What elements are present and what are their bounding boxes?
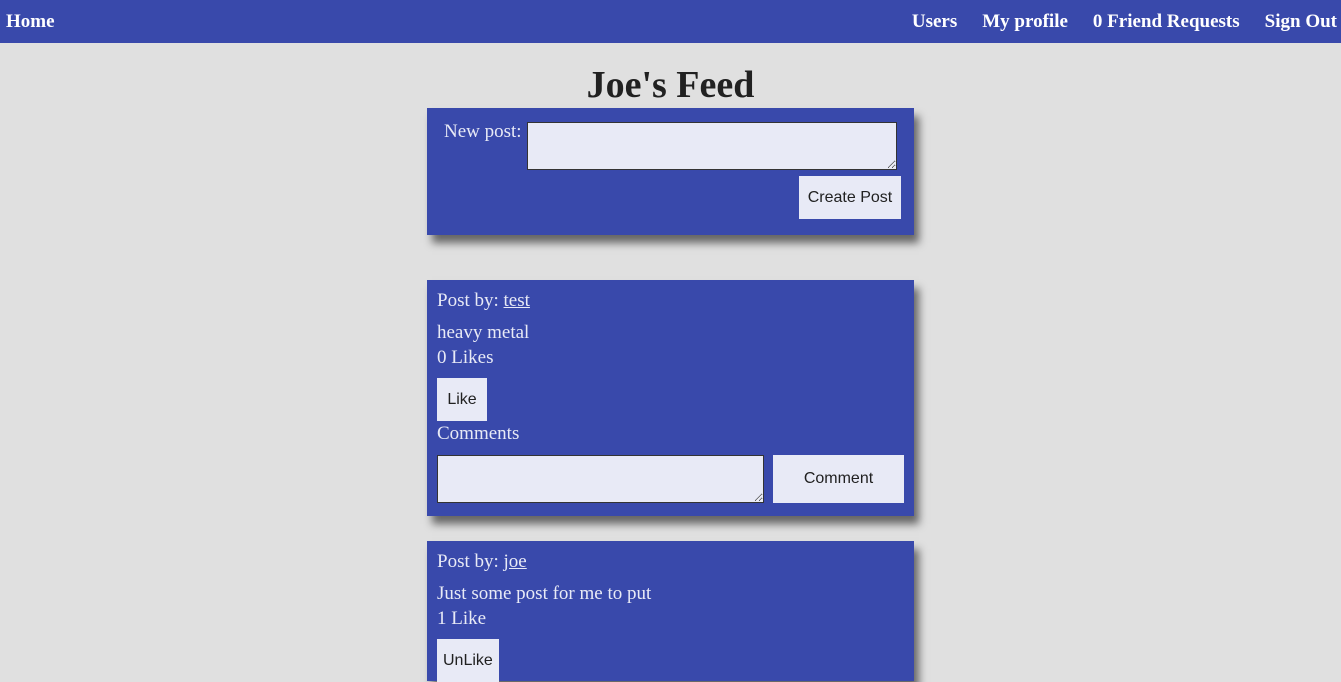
post-author-line: Post by: test (437, 289, 904, 313)
new-post-card: New post: Create Post (427, 108, 914, 235)
unlike-button[interactable]: UnLike (437, 639, 499, 682)
create-post-button[interactable]: Create Post (799, 176, 901, 219)
post-author-link[interactable]: test (504, 290, 530, 311)
post-author-line: Post by: joe (437, 550, 904, 574)
post-like-count: 1 Like (437, 608, 487, 629)
like-button[interactable]: Like (437, 378, 487, 421)
nav-sign-out-link[interactable]: Sign Out (1265, 11, 1337, 33)
post-content: Just some post for me to put (437, 583, 652, 604)
post-card: Post by: joe Just some post for me to pu… (427, 541, 914, 682)
post-content: heavy metal (437, 322, 530, 343)
post-by-label: Post by: (437, 290, 499, 311)
new-post-label: New post: (444, 121, 522, 142)
nav-home-link[interactable]: Home (6, 11, 55, 33)
nav-friend-requests-link[interactable]: 0 Friend Requests (1093, 11, 1240, 33)
post-by-label: Post by: (437, 551, 499, 572)
comments-label: Comments (437, 423, 520, 444)
comment-input[interactable] (437, 455, 764, 503)
nav-right-links: Users My profile 0 Friend Requests Sign … (912, 11, 1337, 33)
comment-button[interactable]: Comment (773, 455, 904, 503)
comment-form: Comment (437, 455, 904, 503)
post-like-count: 0 Likes (437, 347, 494, 368)
nav-users-link[interactable]: Users (912, 11, 957, 33)
post-author-link[interactable]: joe (504, 551, 527, 572)
navbar: Home Users My profile 0 Friend Requests … (0, 0, 1341, 43)
new-post-row: New post: (444, 121, 899, 170)
new-post-input[interactable] (526, 122, 897, 170)
post-card: Post by: test heavy metal 0 Likes Like C… (427, 280, 914, 516)
nav-my-profile-link[interactable]: My profile (982, 11, 1068, 33)
page-title: Joe's Feed (586, 64, 755, 106)
